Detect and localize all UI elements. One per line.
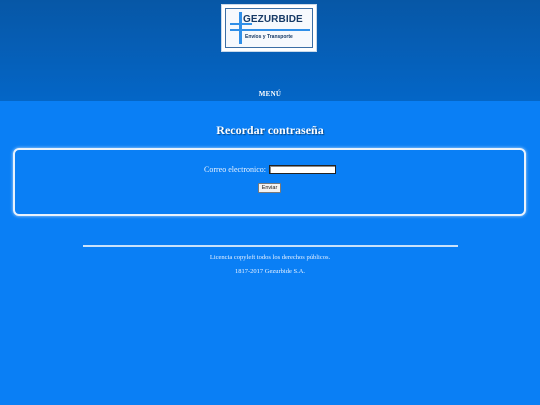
footer-copyright: 1817-2017 Gezurbide S.A. [234, 268, 306, 275]
footer-license: Licencia copyleft todos los derechos púb… [209, 254, 331, 261]
logo-box: GEZURBIDE Envíos y Transporte [225, 8, 313, 48]
logo-cross-icon [239, 12, 242, 44]
menu-link[interactable]: MENÚ [0, 90, 540, 98]
site-header: GEZURBIDE Envíos y Transporte MENÚ [0, 0, 540, 101]
logo-subtitle: Envíos y Transporte [245, 34, 293, 40]
footer-divider [83, 245, 458, 247]
logo-cross-bar [230, 29, 310, 31]
logo-title: GEZURBIDE [243, 14, 303, 25]
password-recovery-panel [13, 148, 526, 216]
site-logo[interactable]: GEZURBIDE Envíos y Transporte [221, 4, 317, 52]
email-field[interactable] [269, 165, 336, 174]
page-title: Recordar contraseña [216, 123, 324, 137]
submit-button[interactable]: Enviar [258, 183, 281, 193]
email-label: Correo electronico: [204, 165, 266, 174]
